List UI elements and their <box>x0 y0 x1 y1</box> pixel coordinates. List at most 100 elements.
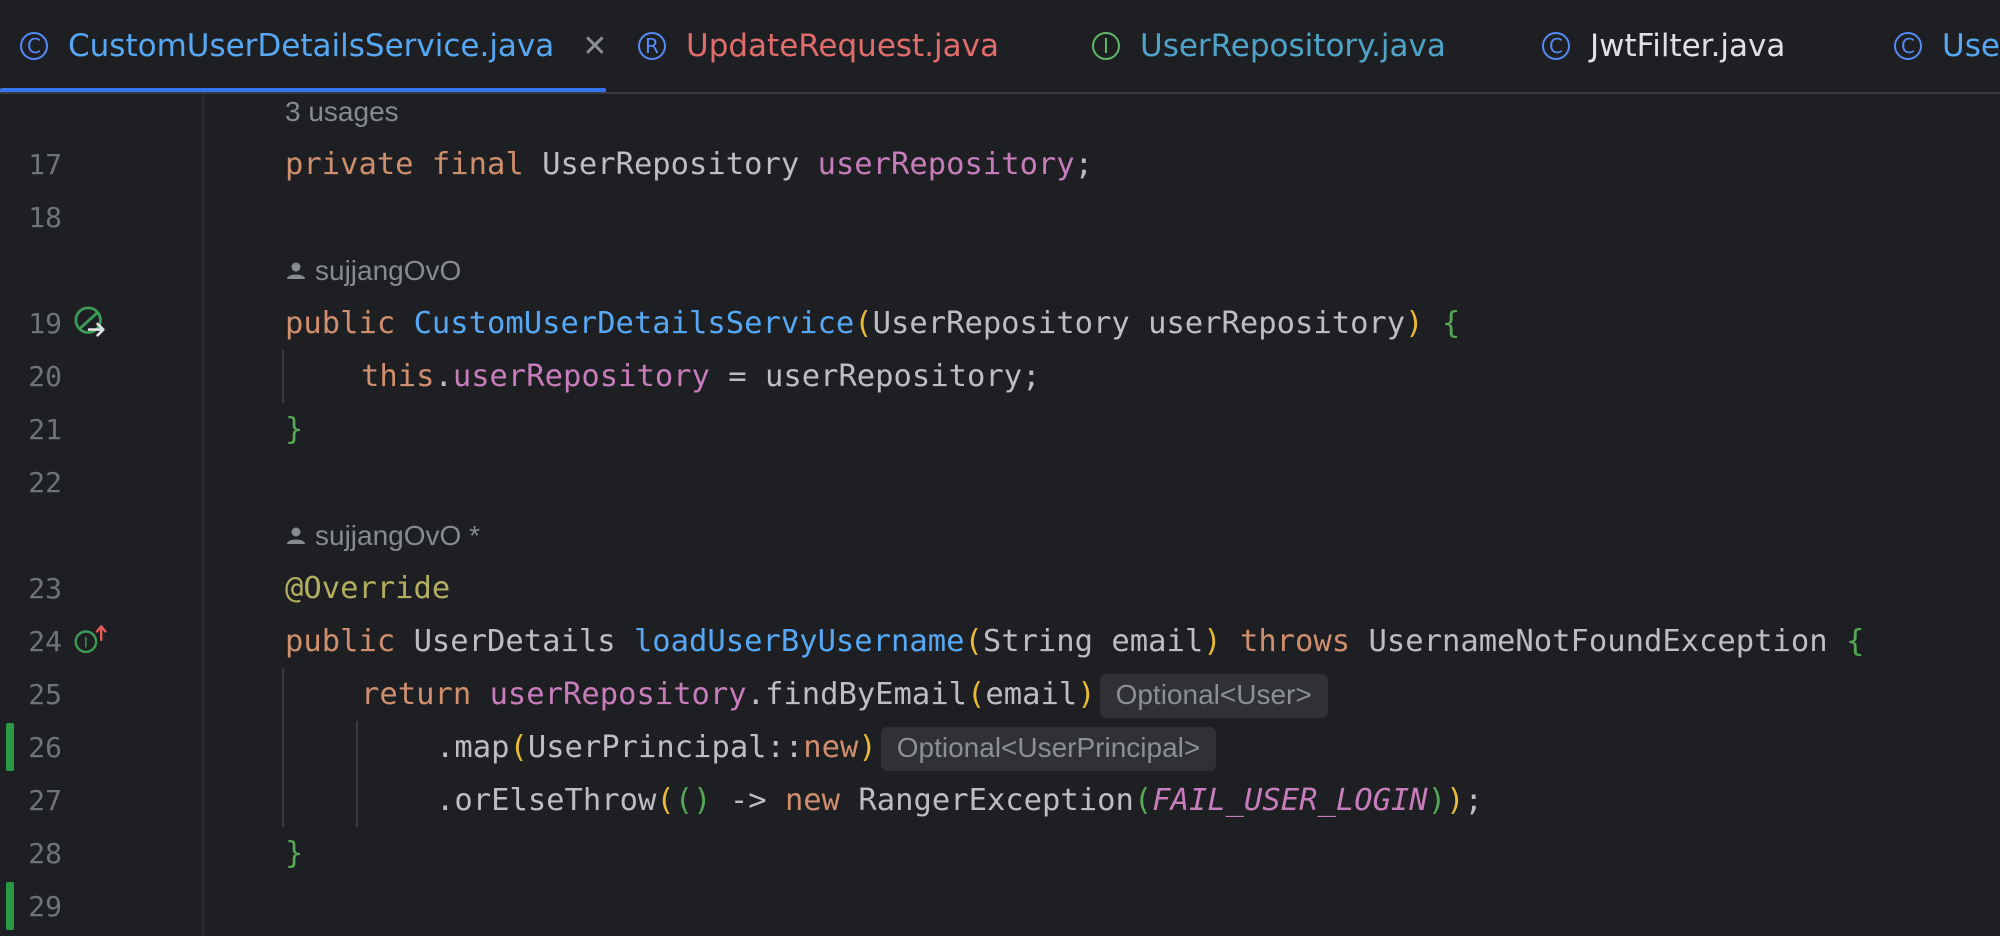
spring-bean-navigate-icon[interactable] <box>74 306 108 340</box>
keyword: this <box>361 359 435 394</box>
semicolon: ; <box>1074 147 1094 182</box>
class-icon: C <box>20 32 48 60</box>
interface-icon: I <box>1092 32 1120 60</box>
line-number: 28 <box>28 837 62 870</box>
method-reference: UserPrincipal:: <box>527 730 804 765</box>
keyword: public <box>285 306 396 341</box>
method-call: .findByEmail <box>746 677 967 712</box>
line-number: 20 <box>28 360 62 393</box>
type-name: RangerException <box>858 783 1134 818</box>
lambda-paren: ) <box>693 783 712 818</box>
type-inlay-hint[interactable]: Optional<UserPrincipal> <box>880 726 1217 771</box>
semicolon: ; <box>1464 783 1483 818</box>
editor-gutter[interactable]: 17 18 19 20 21 22 23 24 25 26 27 28 29 I <box>0 94 202 936</box>
svg-text:I: I <box>84 636 88 652</box>
field-name: userRepository <box>452 359 710 394</box>
paren: ) <box>1446 783 1465 818</box>
argument: email <box>985 677 1078 712</box>
class-icon: C <box>1894 32 1922 60</box>
code-line-28[interactable]: } <box>285 827 303 880</box>
field-name: userRepository <box>489 677 747 712</box>
brace: } <box>285 412 304 447</box>
indent-guide <box>282 668 284 827</box>
person-icon <box>287 527 305 544</box>
vcs-change-marker[interactable] <box>6 723 14 771</box>
paren: ( <box>656 783 675 818</box>
tab-user[interactable]: C User <box>1894 0 2000 92</box>
paren: ( <box>967 677 986 712</box>
editor-tab-bar: C CustomUserDetailsService.java ✕ R Upda… <box>0 0 2000 94</box>
usages-hint[interactable]: 3 usages <box>285 85 399 138</box>
keyword: throws <box>1239 624 1351 659</box>
tab-label: JwtFilter.java <box>1590 28 1786 64</box>
lambda-paren: ( <box>674 783 694 818</box>
paren: ( <box>964 624 983 659</box>
keyword: return <box>361 677 472 712</box>
brace: } <box>285 836 304 871</box>
tab-user-repository[interactable]: I UserRepository.java <box>1092 0 1446 92</box>
line-number: 24 <box>28 625 62 658</box>
tab-update-request[interactable]: R UpdateRequest.java <box>638 0 999 92</box>
code-line-25[interactable]: return userRepository.findByEmail(email)… <box>361 668 1328 721</box>
tab-custom-user-details-service[interactable]: C CustomUserDetailsService.java ✕ <box>20 0 607 92</box>
paren: ) <box>1427 783 1447 818</box>
indent-guide <box>356 721 358 827</box>
line-number: 25 <box>28 678 62 711</box>
class-icon: C <box>1542 32 1570 60</box>
lambda-arrow: -> <box>711 783 785 818</box>
tab-label: UpdateRequest.java <box>686 28 999 64</box>
code-line-17[interactable]: private final UserRepository userReposit… <box>285 138 1093 191</box>
keyword: new <box>784 783 841 818</box>
tab-label: CustomUserDetailsService.java <box>68 28 555 64</box>
code-line-20[interactable]: this.userRepository = userRepository; <box>361 350 1040 403</box>
record-icon: R <box>638 32 666 60</box>
paren: ( <box>854 306 873 341</box>
field-name: userRepository <box>817 147 1075 182</box>
person-icon <box>287 262 305 279</box>
brace: { <box>1441 306 1461 341</box>
type-inlay-hint[interactable]: Optional<User> <box>1099 673 1328 718</box>
paren: ) <box>1405 306 1424 341</box>
keyword: new <box>803 730 859 765</box>
code-line-19[interactable]: public CustomUserDetailsService(UserRepo… <box>285 297 1460 350</box>
author-name: sujjangOvO <box>315 255 462 286</box>
constructor-name: CustomUserDetailsService <box>413 306 855 341</box>
indent-guide <box>282 350 284 403</box>
usages-label: 3 usages <box>285 96 399 127</box>
paren: ) <box>858 730 877 765</box>
type-name: UserDetails <box>413 624 616 659</box>
author-hint[interactable]: sujjangOvO <box>285 244 461 297</box>
annotation: @Override <box>285 571 451 606</box>
gutter-divider <box>202 94 204 936</box>
dot: . <box>434 359 453 394</box>
close-tab-icon[interactable]: ✕ <box>582 29 607 64</box>
code-line-27[interactable]: .orElseThrow(() -> new RangerException(F… <box>436 774 1483 827</box>
paren: ( <box>509 730 528 765</box>
line-number: 22 <box>28 466 62 499</box>
implements-method-icon[interactable]: I <box>74 623 108 657</box>
code-line-24[interactable]: public UserDetails loadUserByUsername(St… <box>285 615 1864 668</box>
code-line-26[interactable]: .map(UserPrincipal::new) Optional<UserPri… <box>436 721 1217 774</box>
code-line-21[interactable]: } <box>285 403 303 456</box>
line-number: 21 <box>28 413 62 446</box>
line-number: 18 <box>28 201 62 234</box>
method-call: .map <box>436 730 510 765</box>
tab-label: UserRepository.java <box>1140 28 1446 64</box>
exception-type: UsernameNotFoundException <box>1368 624 1828 659</box>
keyword: private <box>285 147 414 182</box>
author-name: sujjangOvO * <box>315 520 480 551</box>
paren: ) <box>1077 677 1096 712</box>
keyword: public <box>285 624 396 659</box>
line-number: 23 <box>28 572 62 605</box>
parameters: UserRepository userRepository <box>872 306 1406 341</box>
line-number: 19 <box>28 307 62 340</box>
method-name: loadUserByUsername <box>633 624 965 659</box>
code-line-23[interactable]: @Override <box>285 562 450 615</box>
statement-rest: = userRepository; <box>709 359 1041 394</box>
tab-jwt-filter[interactable]: C JwtFilter.java <box>1542 0 1785 92</box>
line-number: 17 <box>28 148 62 181</box>
vcs-change-marker[interactable] <box>6 882 14 930</box>
keyword: final <box>431 147 524 182</box>
author-hint[interactable]: sujjangOvO * <box>285 509 480 562</box>
type-name: UserRepository <box>542 147 800 182</box>
